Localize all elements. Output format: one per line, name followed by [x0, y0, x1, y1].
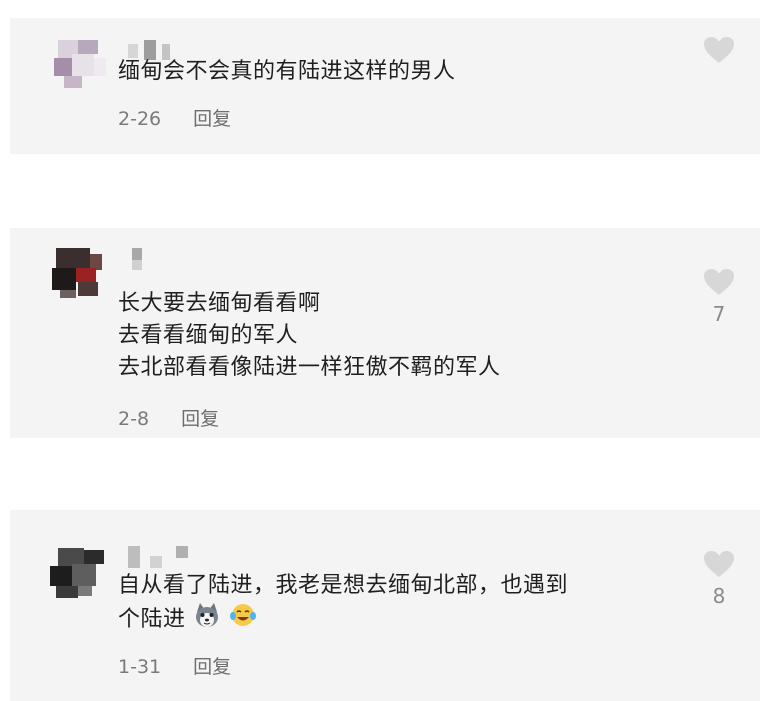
- like-button[interactable]: 7: [702, 268, 736, 326]
- comment-meta: 2-8 回复: [118, 404, 219, 431]
- comment-date: 1-31: [118, 656, 162, 678]
- comment-line: 个陆进: [118, 607, 186, 632]
- avatar[interactable]: [48, 544, 108, 604]
- comment-date: 2-26: [118, 108, 162, 130]
- heart-icon: [704, 269, 734, 295]
- comment-line-with-emojis: 个陆进: [118, 602, 568, 638]
- comment-meta: 1-31 回复: [118, 652, 231, 679]
- comment-text: 长大要去缅甸看看啊 去看看缅甸的军人 去北部看看像陆进一样狂傲不羁的军人: [118, 288, 501, 384]
- comment-line: 自从看了陆进，我老是想去缅甸北部，也遇到: [118, 573, 569, 598]
- like-button[interactable]: 8: [702, 550, 736, 608]
- comment-card: 缅甸会不会真的有陆进这样的男人 2-26 回复: [10, 18, 760, 154]
- comment-date: 2-8: [118, 408, 150, 430]
- reply-button[interactable]: 回复: [193, 108, 231, 130]
- comment-line: 去北部看看像陆进一样狂傲不羁的军人: [118, 355, 501, 380]
- like-count: 8: [712, 584, 726, 608]
- comment-text: 缅甸会不会真的有陆进这样的男人: [118, 56, 456, 88]
- comment-line: 缅甸会不会真的有陆进这样的男人: [118, 59, 456, 84]
- heart-icon: [704, 551, 734, 577]
- like-count: 7: [712, 302, 726, 326]
- comment-meta: 2-26 回复: [118, 104, 231, 131]
- comment-line: 去看看缅甸的军人: [118, 323, 299, 348]
- avatar[interactable]: [48, 240, 108, 300]
- husky-dog-emoji: [193, 602, 221, 638]
- reply-button[interactable]: 回复: [181, 408, 219, 430]
- heart-icon: [704, 37, 734, 63]
- comment-card: 长大要去缅甸看看啊 去看看缅甸的军人 去北部看看像陆进一样狂傲不羁的军人 2-8…: [10, 228, 760, 438]
- comment-card: 自从看了陆进，我老是想去缅甸北部，也遇到 个陆进 1-31 回复 8: [10, 510, 760, 701]
- laughing-tears-emoji: [229, 602, 257, 638]
- like-button[interactable]: [702, 36, 736, 70]
- comment-text: 自从看了陆进，我老是想去缅甸北部，也遇到 个陆进: [118, 570, 568, 638]
- avatar[interactable]: [48, 30, 108, 90]
- reply-button[interactable]: 回复: [193, 656, 231, 678]
- comment-line: 长大要去缅甸看看啊: [118, 291, 321, 316]
